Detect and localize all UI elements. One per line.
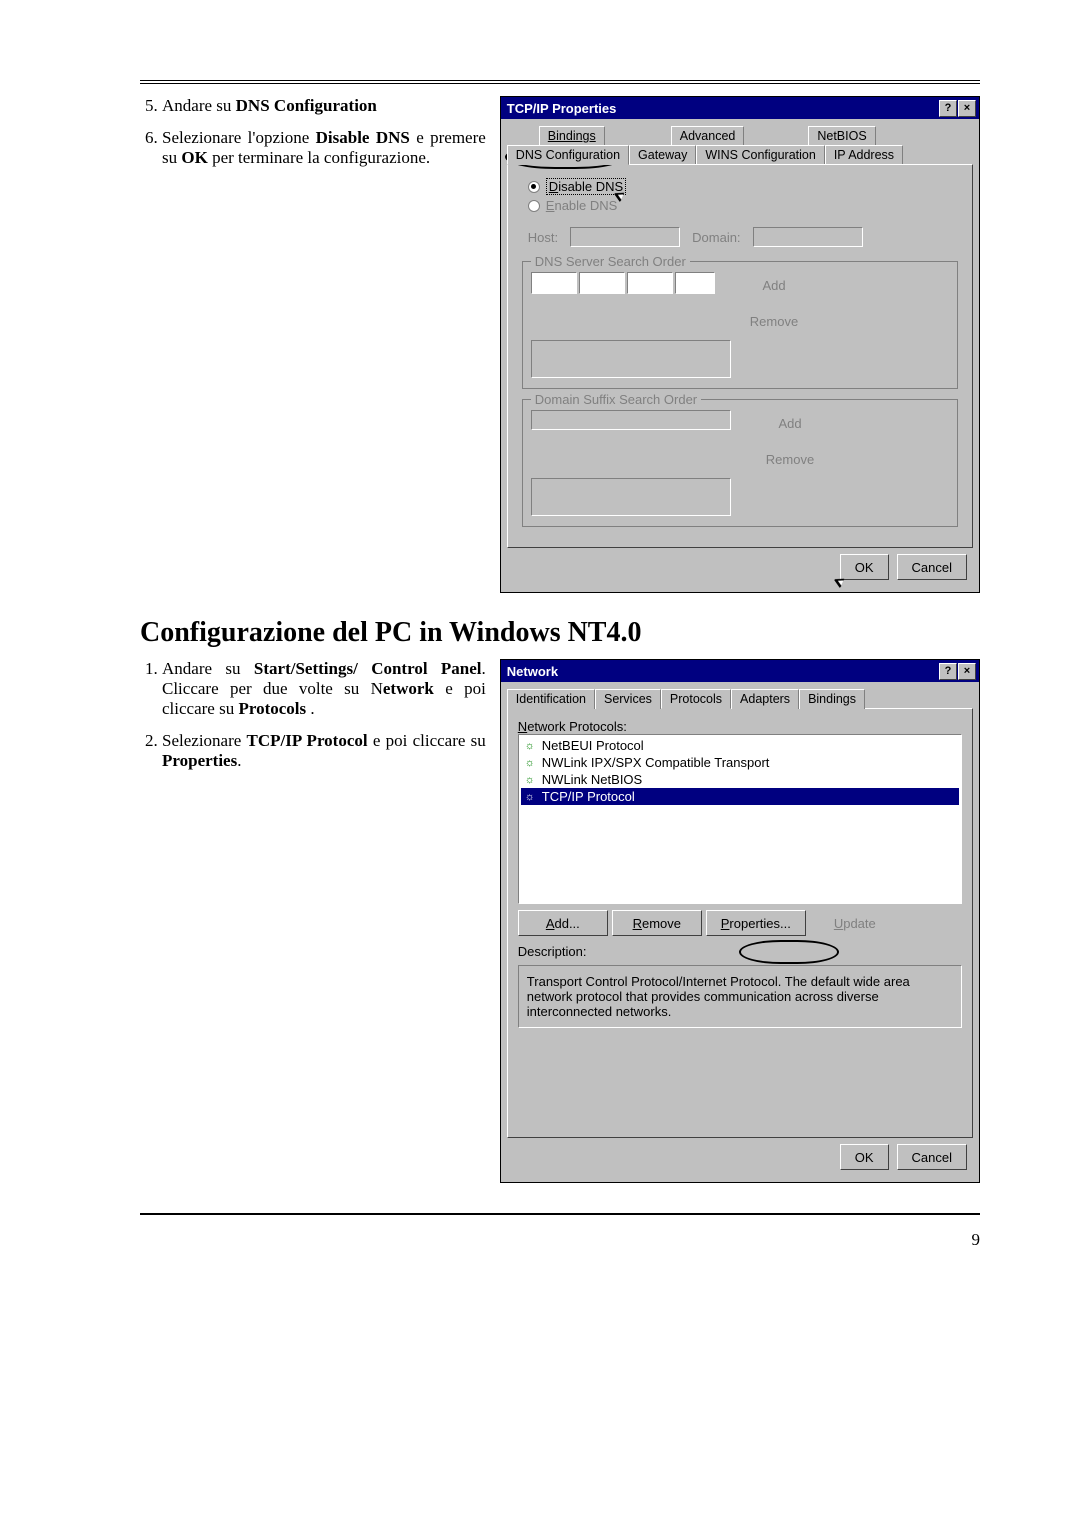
tcpip-properties-window: TCP/IP Properties ? × Bindings Advanced … — [500, 96, 980, 593]
page-number: 9 — [140, 1213, 980, 1250]
tab-bindings[interactable]: Bindings — [799, 689, 865, 709]
tab-dns-configuration[interactable]: DNS Configuration — [507, 145, 629, 165]
instructions-block-1: Andare su DNS Configuration Selezionare … — [140, 96, 486, 180]
help-icon[interactable]: ? — [939, 663, 957, 680]
suffix-remove-button: Remove — [751, 446, 829, 472]
protocol-icon: ☼ — [522, 739, 538, 753]
tab-wins-configuration[interactable]: WINS Configuration — [696, 145, 824, 165]
host-label: Host: — [528, 230, 558, 245]
step-5: Andare su DNS Configuration — [162, 96, 486, 116]
suffix-order-label: Domain Suffix Search Order — [531, 392, 701, 407]
protocol-netbeui[interactable]: ☼NetBEUI Protocol — [521, 737, 959, 754]
nt-step-2: Selezionare TCP/IP Protocol e poi clicca… — [162, 731, 486, 771]
suffix-listbox — [531, 478, 731, 516]
properties-button[interactable]: Properties... — [706, 910, 806, 936]
tab-gateway[interactable]: Gateway — [629, 145, 696, 165]
suffix-input — [531, 410, 731, 430]
tab-netbios[interactable]: NetBIOS — [808, 126, 875, 145]
add-button[interactable]: Add... — [518, 910, 608, 936]
instructions-block-2: Andare su Start/Settings/ Control Panel.… — [140, 659, 486, 783]
tab-bindings[interactable]: Bindings — [539, 126, 605, 145]
description-label: Description: — [518, 944, 962, 959]
dns-order-label: DNS Server Search Order — [531, 254, 690, 269]
radio-disable-dns[interactable] — [528, 181, 540, 193]
tcpip-title: TCP/IP Properties — [507, 101, 617, 116]
cancel-button[interactable]: Cancel — [897, 1144, 967, 1170]
host-input — [570, 227, 680, 247]
cancel-button[interactable]: Cancel — [897, 554, 967, 580]
update-button: Update — [810, 910, 900, 936]
ok-button[interactable]: OK — [840, 1144, 889, 1170]
dns-ip-input — [531, 272, 715, 294]
network-protocols-label: Network Protocols: — [518, 719, 962, 734]
dns-listbox — [531, 340, 731, 378]
description-text: Transport Control Protocol/Internet Prot… — [518, 965, 962, 1028]
protocol-icon: ☼ — [522, 790, 538, 804]
domain-label: Domain: — [692, 230, 740, 245]
tab-protocols[interactable]: Protocols — [661, 689, 731, 709]
network-title: Network — [507, 664, 558, 679]
protocol-nwlink-ipx[interactable]: ☼NWLink IPX/SPX Compatible Transport — [521, 754, 959, 771]
dns-add-button: Add — [735, 272, 813, 298]
enable-dns-label: Enable DNS — [546, 198, 618, 213]
tab-ip-address[interactable]: IP Address — [825, 145, 903, 165]
protocol-icon: ☼ — [522, 773, 538, 787]
close-icon[interactable]: × — [958, 100, 976, 117]
network-window: Network ? × Identification Services Prot… — [500, 659, 980, 1183]
suffix-add-button: Add — [751, 410, 829, 436]
protocol-listbox[interactable]: ☼NetBEUI Protocol ☼NWLink IPX/SPX Compat… — [518, 734, 962, 904]
tab-adapters[interactable]: Adapters — [731, 689, 799, 709]
help-icon[interactable]: ? — [939, 100, 957, 117]
tab-advanced[interactable]: Advanced — [671, 126, 745, 145]
step-6: Selezionare l'opzione Disable DNS e prem… — [162, 128, 486, 168]
protocol-nwlink-netbios[interactable]: ☼NWLink NetBIOS — [521, 771, 959, 788]
domain-input — [753, 227, 863, 247]
radio-enable-dns[interactable] — [528, 200, 540, 212]
section-heading: Configurazione del PC in Windows NT4.0 — [140, 617, 980, 649]
protocol-tcpip[interactable]: ☼TCP/IP Protocol — [521, 788, 959, 805]
close-icon[interactable]: × — [958, 663, 976, 680]
protocol-icon: ☼ — [522, 756, 538, 770]
tab-identification[interactable]: Identification — [507, 689, 595, 709]
ok-button[interactable]: OK — [840, 554, 889, 580]
nt-step-1: Andare su Start/Settings/ Control Panel.… — [162, 659, 486, 719]
dns-remove-button: Remove — [735, 308, 813, 334]
remove-button[interactable]: Remove — [612, 910, 702, 936]
tab-services[interactable]: Services — [595, 689, 661, 709]
